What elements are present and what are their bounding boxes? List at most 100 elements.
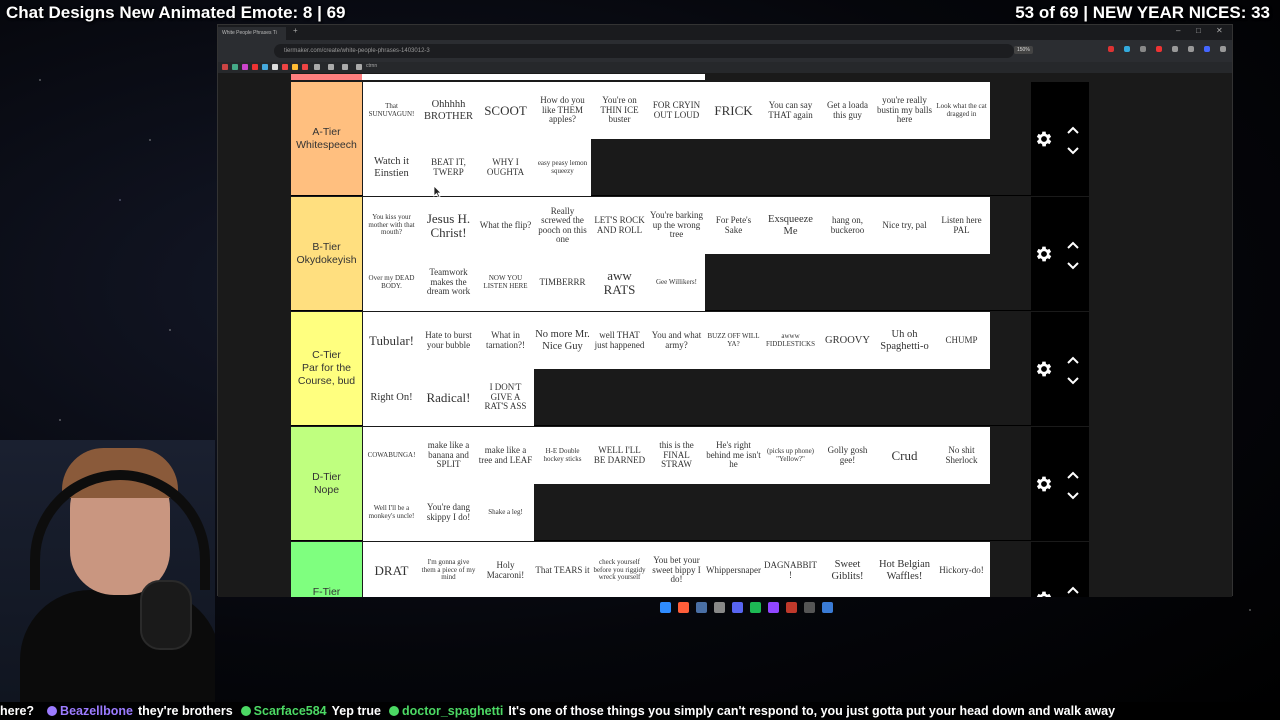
chevron-up-icon[interactable] — [1066, 122, 1080, 134]
tier-item-card[interactable]: H-E Double hockey sticks — [534, 427, 591, 484]
app-icon[interactable] — [786, 602, 797, 613]
tier-item-card[interactable]: No more Mr. Nice Guy — [534, 312, 591, 369]
settings-icon[interactable] — [714, 602, 725, 613]
chevron-down-icon[interactable] — [1066, 143, 1080, 155]
tier-item-card[interactable]: TIMBERRR — [534, 254, 591, 311]
browser-tab[interactable]: White People Phrases Ti — [218, 27, 286, 40]
gear-icon[interactable] — [1034, 359, 1054, 379]
chevron-down-icon[interactable] — [1066, 373, 1080, 385]
tier-item-card[interactable]: That TEARS it — [534, 542, 591, 597]
tier-item-card[interactable]: Over my DEAD BODY. — [363, 254, 420, 311]
tier-item-card[interactable]: make like a tree and LEAF — [477, 427, 534, 484]
close-icon[interactable]: ✕ — [1216, 26, 1223, 35]
tier-item-card[interactable]: How do you like THEM apples? — [534, 82, 591, 139]
chevron-down-icon[interactable] — [1066, 258, 1080, 270]
tier-item-card[interactable]: NOW YOU LISTEN HERE — [477, 254, 534, 311]
gear-icon[interactable] — [1034, 244, 1054, 264]
tier-item-card[interactable]: Right On! — [363, 369, 420, 426]
windows-start-icon[interactable] — [660, 602, 671, 613]
tier-item-card[interactable]: FOR CRYIN OUT LOUD — [648, 82, 705, 139]
tier-item-card[interactable]: Get a loada this guy — [819, 82, 876, 139]
bookmark-icon[interactable] — [282, 64, 288, 70]
bookmark-icon[interactable] — [292, 64, 298, 70]
tier-item-card[interactable]: You bet your sweet bippy I do! — [648, 542, 705, 597]
tier-label-a[interactable]: A-Tier Whitespeech — [291, 82, 362, 195]
folder-icon[interactable] — [342, 64, 348, 70]
tier-item-card[interactable]: DRAT — [363, 542, 420, 597]
tier-item-card[interactable]: Look what the cat dragged in — [933, 82, 990, 139]
tier-item-card[interactable]: Tubular! — [363, 312, 420, 369]
steam-icon[interactable] — [696, 602, 707, 613]
tier-item-card[interactable]: BEAT IT, TWERP — [420, 139, 477, 196]
tier-item-card[interactable]: Sweet Giblits! — [819, 542, 876, 597]
chevron-up-icon[interactable] — [1066, 237, 1080, 249]
extension-icon[interactable] — [1172, 46, 1178, 52]
tier-item-card[interactable]: GROOVY — [819, 312, 876, 369]
tier-item-card[interactable]: What the flip? — [477, 197, 534, 254]
tier-item-card[interactable]: Ohhhhh BROTHER — [420, 82, 477, 139]
extension-icon[interactable] — [1204, 46, 1210, 52]
tier-item-card[interactable]: aww RATS — [591, 254, 648, 311]
tier-item-card[interactable]: You're barking up the wrong tree — [648, 197, 705, 254]
bookmark-icon[interactable] — [302, 64, 308, 70]
minimize-icon[interactable]: – — [1176, 26, 1180, 35]
extension-icon[interactable] — [1140, 46, 1146, 52]
new-tab-icon[interactable]: + — [293, 26, 298, 35]
gear-icon[interactable] — [1034, 129, 1054, 149]
tier-item-card[interactable]: easy peasy lemon squeezy — [534, 139, 591, 196]
tier-item-card[interactable]: COWABUNGA! — [363, 427, 420, 484]
tier-item-card[interactable]: What in tarnation?! — [477, 312, 534, 369]
tier-item-card[interactable]: No shit Sherlock — [933, 427, 990, 484]
folder-icon[interactable] — [356, 64, 362, 70]
tier-item-card[interactable]: LET'S ROCK AND ROLL — [591, 197, 648, 254]
chevron-up-icon[interactable] — [1066, 352, 1080, 364]
tier-item-card[interactable]: make like a banana and SPLIT — [420, 427, 477, 484]
bookmark-icon[interactable] — [252, 64, 258, 70]
menu-icon[interactable] — [1220, 46, 1226, 52]
extension-icon[interactable] — [1108, 46, 1114, 52]
tier-item-card[interactable]: You kiss your mother with that mouth? — [363, 197, 420, 254]
spotify-icon[interactable] — [750, 602, 761, 613]
tier-item-card[interactable]: Golly gosh gee! — [819, 427, 876, 484]
tier-item-card[interactable]: awww FIDDLESTICKS — [762, 312, 819, 369]
tier-item-card[interactable]: Gee Willikers! — [648, 254, 705, 311]
app-icon[interactable] — [822, 602, 833, 613]
tier-item-card[interactable]: Nice try, pal — [876, 197, 933, 254]
tier-label-d[interactable]: D-Tier Nope — [291, 427, 362, 540]
tier-item-card[interactable]: Watch it Einstien — [363, 139, 420, 196]
tier-item-card[interactable]: WELL I'LL BE DARNED — [591, 427, 648, 484]
tier-item-card[interactable]: Whippersnaper — [705, 542, 762, 597]
extension-icon[interactable] — [1156, 46, 1162, 52]
bookmark-icon[interactable] — [232, 64, 238, 70]
tier-item-card[interactable]: Shake a leg! — [477, 484, 534, 541]
tier-item-card[interactable]: That SUNUVAGUN! — [363, 82, 420, 139]
maximize-icon[interactable]: □ — [1196, 26, 1201, 35]
extension-icon[interactable] — [1188, 46, 1194, 52]
tier-item-card[interactable]: Uh oh Spaghetti-o — [876, 312, 933, 369]
folder-icon[interactable] — [328, 64, 334, 70]
tier-item-card[interactable]: Hate to burst your bubble — [420, 312, 477, 369]
tier-item-card[interactable]: Jesus H. Christ! — [420, 197, 477, 254]
gear-icon[interactable] — [1034, 589, 1054, 597]
chevron-up-icon[interactable] — [1066, 582, 1080, 594]
tier-item-card[interactable]: Well I'll be a monkey's uncle! — [363, 484, 420, 541]
tier-label-f[interactable]: F-TierThe Worst — [291, 542, 362, 597]
tier-item-card[interactable]: You and what army? — [648, 312, 705, 369]
tier-item-card[interactable]: hang on, buckeroo — [819, 197, 876, 254]
tier-item-card[interactable]: You're dang skippy I do! — [420, 484, 477, 541]
tier-item-card[interactable]: DAGNABBIT! — [762, 542, 819, 597]
bookmark-folder-label[interactable]: ctrnn — [366, 63, 377, 69]
firefox-icon[interactable] — [678, 602, 689, 613]
url-field[interactable]: tiermaker.com/create/white-people-phrase… — [274, 44, 1014, 58]
tier-item-card[interactable]: WHY I OUGHTA — [477, 139, 534, 196]
tier-item-card[interactable]: Hot Belgian Waffles! — [876, 542, 933, 597]
tier-item-card[interactable]: BUZZ OFF WILL YA? — [705, 312, 762, 369]
bookmark-icon[interactable] — [222, 64, 228, 70]
chevron-down-icon[interactable] — [1066, 488, 1080, 500]
discord-icon[interactable] — [732, 602, 743, 613]
tier-item-card[interactable]: SCOOT — [477, 82, 534, 139]
bookmark-icon[interactable] — [242, 64, 248, 70]
twitch-icon[interactable] — [768, 602, 779, 613]
tier-item-card[interactable]: this is the FINAL STRAW — [648, 427, 705, 484]
tier-item-card[interactable]: Listen here PAL — [933, 197, 990, 254]
